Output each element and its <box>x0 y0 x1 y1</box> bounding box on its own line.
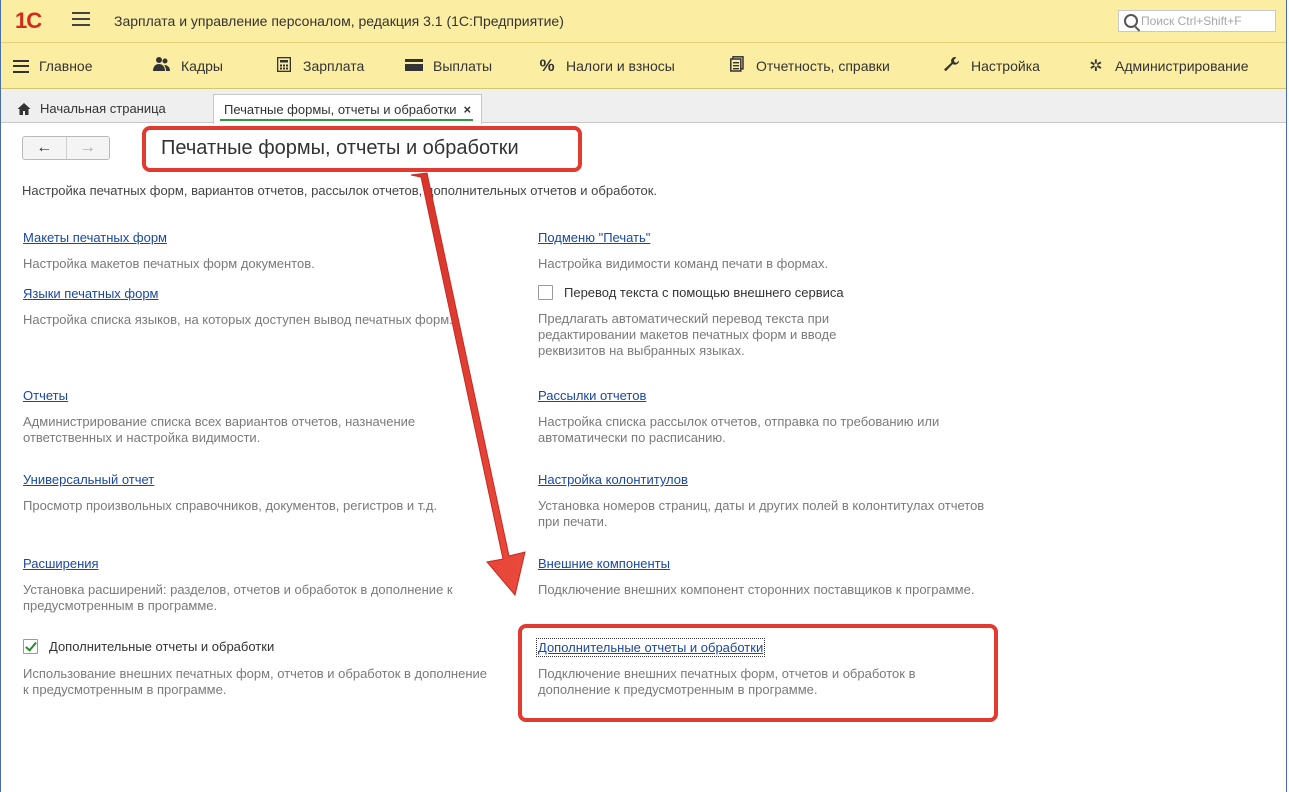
additional-reports-description: Подключение внешних печатных форм, отчет… <box>538 666 916 697</box>
page-title: Печатные формы, отчеты и обработки <box>161 137 519 159</box>
tab-bar: Начальная страница Печатные формы, отчет… <box>1 89 1286 124</box>
section-label: Выплаты <box>433 58 493 74</box>
section-label: Администрирование <box>1115 58 1249 74</box>
arrow-shape <box>410 172 526 597</box>
section-label: Главное <box>39 58 93 74</box>
section-hr[interactable]: Кадры <box>153 43 223 89</box>
additional-reports-link[interactable]: Дополнительные отчеты и обработки <box>535 638 766 657</box>
arrow-left-icon: ← <box>36 139 53 156</box>
tab-print-forms[interactable]: Печатные формы, отчеты и обработки × <box>213 94 483 124</box>
reports-link[interactable]: Отчеты <box>23 388 68 403</box>
section-taxes[interactable]: % Налоги и взносы <box>538 43 675 89</box>
logo-text: 1С <box>15 8 42 33</box>
print-languages-description: Настройка списка языков, на которых дост… <box>23 312 453 327</box>
arrow-right-icon: → <box>79 139 96 156</box>
gear-icon: ✲ <box>1089 58 1103 75</box>
universal-report-description: Просмотр произвольных справочников, доку… <box>23 498 438 513</box>
section-label: Налоги и взносы <box>566 58 675 74</box>
close-icon[interactable]: × <box>464 102 472 117</box>
section-main[interactable]: Главное <box>13 43 93 89</box>
reports-description: Администрирование списка всех вариантов … <box>23 414 416 445</box>
menu-icon <box>13 59 29 73</box>
print-layouts-link[interactable]: Макеты печатных форм <box>23 230 167 245</box>
app-title: Зарплата и управление персоналом, редакц… <box>114 13 564 29</box>
section-label: Настройка <box>971 58 1040 74</box>
additional-reports-checkbox[interactable] <box>23 639 38 654</box>
translation-checkbox-row[interactable]: Перевод текста с помощью внешнего сервис… <box>538 285 844 300</box>
search-box[interactable] <box>1118 10 1276 32</box>
1c-logo[interactable]: 1С <box>15 8 42 33</box>
wrench-icon <box>943 56 961 76</box>
extensions-description: Установка расширений: разделов, отчетов … <box>23 582 453 613</box>
percent-icon: % <box>539 56 555 75</box>
universal-report-link[interactable]: Универсальный отчет <box>23 472 154 487</box>
section-settings[interactable]: Настройка <box>943 43 1040 89</box>
print-submenu-link[interactable]: Подменю "Печать" <box>538 230 650 245</box>
search-input[interactable] <box>1141 12 1273 30</box>
tab-home-label: Начальная страница <box>40 101 166 116</box>
additional-reports-checkbox-label: Дополнительные отчеты и обработки <box>49 639 275 654</box>
additional-reports-usage-description: Использование внешних печатных форм, отч… <box>23 666 488 697</box>
home-icon <box>17 102 31 116</box>
reports-icon <box>728 56 746 76</box>
headers-footers-link[interactable]: Настройка колонтитулов <box>538 472 688 487</box>
section-label: Зарплата <box>303 58 365 74</box>
history-nav: ← → <box>22 136 110 160</box>
tab-print-forms-label: Печатные формы, отчеты и обработки <box>224 102 457 117</box>
tab-home[interactable]: Начальная страница <box>9 94 176 123</box>
app-window: 1С Зарплата и управление персоналом, ред… <box>0 0 1287 792</box>
translation-checkbox[interactable] <box>538 285 553 300</box>
print-languages-link[interactable]: Языки печатных форм <box>23 286 159 301</box>
calculator-icon <box>275 56 293 76</box>
search-icon[interactable] <box>1124 14 1138 28</box>
section-label: Отчетность, справки <box>756 58 890 74</box>
translation-checkbox-label: Перевод текста с помощью внешнего сервис… <box>564 285 844 300</box>
title-bar: 1С Зарплата и управление персоналом, ред… <box>1 0 1286 43</box>
page-description: Настройка печатных форм, вариантов отчет… <box>22 183 658 198</box>
external-components-description: Подключение внешних компонент сторонних … <box>538 582 975 597</box>
external-components-link[interactable]: Внешние компоненты <box>538 556 670 571</box>
section-reporting[interactable]: Отчетность, справки <box>728 43 890 89</box>
section-label: Кадры <box>181 58 223 74</box>
section-administration[interactable]: ✲ Администрирование <box>1087 43 1249 89</box>
additional-reports-checkbox-row[interactable]: Дополнительные отчеты и обработки <box>23 639 274 654</box>
headers-footers-description: Установка номеров страниц, даты и других… <box>538 498 985 529</box>
sections-panel: Главное Кадры Зарплата Выплаты % Налоги … <box>1 43 1286 89</box>
section-salary[interactable]: Зарплата <box>275 43 364 89</box>
wallet-icon <box>405 58 423 75</box>
back-button[interactable]: ← <box>23 137 66 159</box>
section-payments[interactable]: Выплаты <box>405 43 492 89</box>
print-layouts-description: Настройка макетов печатных форм документ… <box>23 256 315 271</box>
print-submenu-description: Настройка видимости команд печати в форм… <box>538 256 829 271</box>
main-menu-icon[interactable] <box>72 12 90 26</box>
people-icon <box>153 56 171 76</box>
extensions-link[interactable]: Расширения <box>23 556 99 571</box>
forward-button[interactable]: → <box>65 137 110 159</box>
report-mailing-description: Настройка списка рассылок отчетов, отпра… <box>538 414 940 445</box>
report-mailing-link[interactable]: Рассылки отчетов <box>538 388 646 403</box>
translation-description: Предлагать автоматический перевод текста… <box>538 311 837 358</box>
